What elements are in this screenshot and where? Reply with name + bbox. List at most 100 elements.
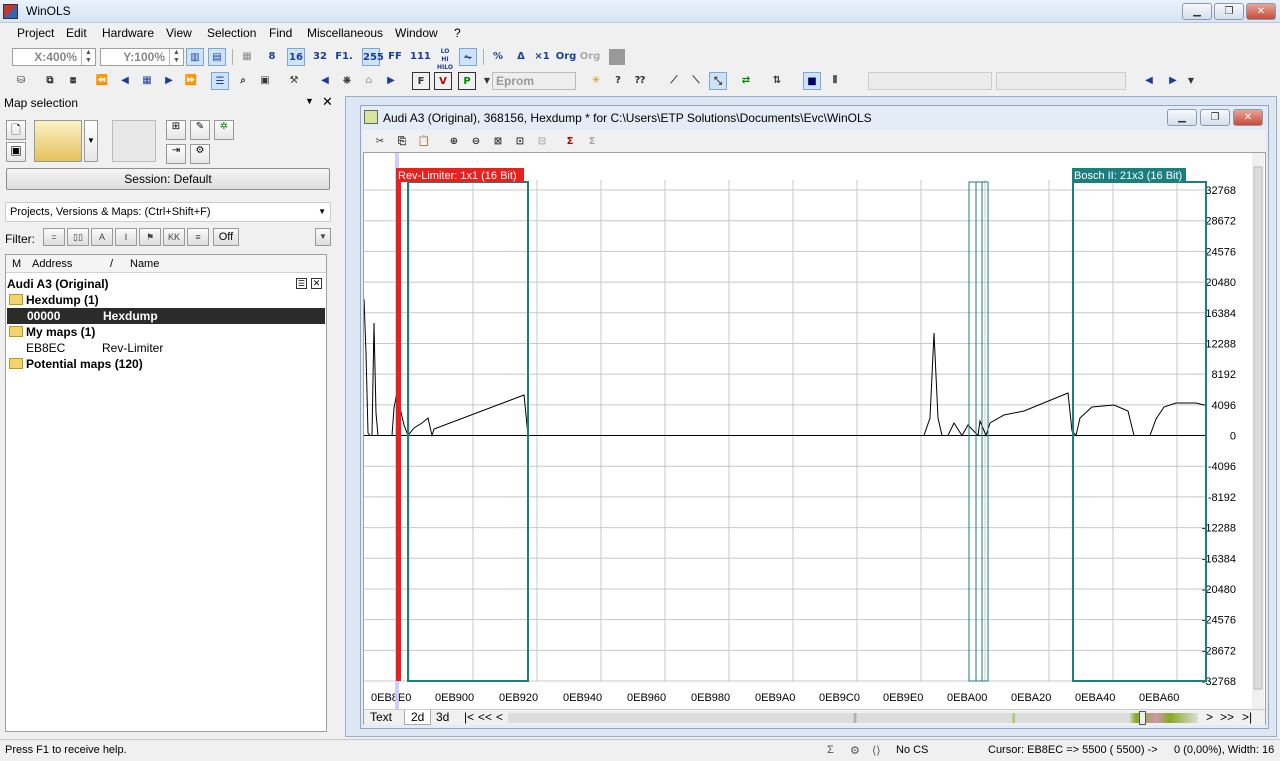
globe-icon[interactable]: ✲ <box>214 120 234 140</box>
checksum-off-icon[interactable]: Σ <box>583 133 601 151</box>
find-icon[interactable]: ⌕ <box>234 72 252 90</box>
col-address[interactable]: Address <box>32 258 72 270</box>
menu-find[interactable]: Find <box>269 26 292 40</box>
filter-type-icon[interactable]: Ⅰ <box>115 228 137 246</box>
percent-icon[interactable]: % <box>489 48 507 66</box>
database-icon[interactable]: ⛁ <box>12 72 30 90</box>
chevron-down-icon[interactable]: ▼ <box>318 203 326 221</box>
menu-help[interactable]: ? <box>454 26 461 40</box>
first-icon[interactable]: ⏪ <box>93 72 111 90</box>
pane-menu-icon[interactable]: ▼ <box>305 96 314 106</box>
folder-row[interactable]: Hexdump (1) <box>6 292 326 308</box>
nav-back-button[interactable]: < <box>496 710 503 724</box>
graph-2d[interactable]: 32768 28672 24576 20480 16384 12288 8192 4096 0 -… <box>363 152 1266 725</box>
graph-tool-2-icon[interactable]: ⟍ <box>687 72 705 90</box>
slider-field-1[interactable] <box>868 72 992 90</box>
pane-close-icon[interactable]: ✕ <box>322 94 333 110</box>
project-close-icon[interactable]: ✕ <box>311 278 322 289</box>
wizard-icon[interactable]: ✳ <box>587 72 605 90</box>
back-icon[interactable]: ◀ <box>316 72 334 90</box>
filter-text-icon[interactable]: A <box>91 228 113 246</box>
save-icon[interactable]: ▣ <box>6 142 26 162</box>
signed-icon[interactable]: ⏦ <box>459 48 477 66</box>
factor-icon[interactable]: ×1 <box>533 48 551 66</box>
nav-fast-back-button[interactable]: << <box>478 710 492 724</box>
tile-icon[interactable]: ⧈ <box>64 72 82 90</box>
new-window-icon[interactable]: ⧉ <box>41 72 59 90</box>
col-sort[interactable]: / <box>110 258 113 270</box>
col-m[interactable]: M <box>12 258 21 270</box>
prev-blue-icon[interactable]: ◀ <box>1140 72 1158 90</box>
child-minimize-button[interactable]: ▁ <box>1167 109 1197 126</box>
x-zoom-spinner[interactable]: X:400% ▲ ▼ <box>12 48 96 66</box>
nav-first-button[interactable]: |< <box>464 710 474 724</box>
nav-last-button[interactable]: >| <box>1242 710 1252 724</box>
session-button[interactable]: Session: Default <box>6 168 330 190</box>
new-project-icon[interactable]: 🗋 <box>6 120 26 140</box>
menu-miscellaneous[interactable]: Miscellaneous <box>307 26 383 40</box>
nav-fast-forward-button[interactable]: >> <box>1220 710 1234 724</box>
list-icon[interactable]: ☰ <box>211 72 229 90</box>
v-icon[interactable]: V <box>434 72 452 90</box>
list-item-rev-limiter[interactable]: EB8EC Rev-Limiter <box>6 340 326 356</box>
list-item-hexdump[interactable]: 00000 Hexdump <box>7 308 325 324</box>
more-icon[interactable]: ▼ <box>1182 72 1200 90</box>
color-icon[interactable]: ■ <box>803 72 821 90</box>
filter-off-button[interactable]: Off <box>213 228 239 246</box>
map-z-icon[interactable]: ⊟ <box>533 133 551 151</box>
slider-field-2[interactable] <box>996 72 1126 90</box>
filter-list-icon[interactable]: ≡ <box>187 228 209 246</box>
map-y-icon[interactable]: ⊡ <box>511 133 529 151</box>
minimize-button[interactable]: ▁ <box>1182 3 1212 20</box>
16bit-icon[interactable]: 16 <box>287 48 305 66</box>
restore-button[interactable]: ❐ <box>1214 3 1244 20</box>
export-icon[interactable]: ⇄ <box>737 72 755 90</box>
export-file-icon[interactable]: ⇥ <box>166 144 186 164</box>
filter-bits-icon[interactable]: ▯▯ <box>67 228 89 246</box>
float-icon[interactable]: F1. <box>335 48 353 66</box>
32bit-icon[interactable]: 32 <box>311 48 329 66</box>
spin-arrows-icon[interactable]: ▲ ▼ <box>169 49 183 65</box>
copy-icon[interactable]: ⎘ <box>393 133 411 151</box>
menu-hardware[interactable]: Hardware <box>102 26 154 40</box>
rows-icon[interactable]: ▤ <box>208 48 226 66</box>
folder-row[interactable]: Potential maps (120) <box>6 356 326 372</box>
menu-view[interactable]: View <box>166 26 192 40</box>
columns-menu-icon[interactable]: ⫴ <box>826 72 844 90</box>
project-row[interactable]: Audi A3 (Original) ☰ ✕ <box>6 276 326 292</box>
properties-icon[interactable]: ⚙ <box>190 144 210 164</box>
project-list-icon[interactable]: ☰ <box>296 278 307 289</box>
nav-forward-button[interactable]: > <box>1206 710 1213 724</box>
remove-map-icon[interactable]: ⊖ <box>467 133 485 151</box>
p-icon[interactable]: P <box>458 72 476 90</box>
checksum-icon[interactable]: Σ <box>561 133 579 151</box>
tab-2d[interactable]: 2d <box>404 710 432 725</box>
child-restore-button[interactable]: ❐ <box>1200 109 1230 126</box>
menu-selection[interactable]: Selection <box>207 26 256 40</box>
help-icon[interactable]: ? <box>609 72 627 90</box>
filter-equal-icon[interactable]: = <box>43 228 65 246</box>
f-icon[interactable]: F <box>412 72 430 90</box>
original-icon[interactable]: Org <box>555 48 577 66</box>
context-help-icon[interactable]: ⁇ <box>631 72 649 90</box>
eprom-field[interactable]: Eprom <box>492 72 576 90</box>
columns-icon[interactable]: ▥ <box>186 48 204 66</box>
page-icon[interactable]: ▣ <box>256 72 274 90</box>
binary-icon[interactable]: 111 <box>410 48 431 66</box>
forward-icon[interactable]: ▶ <box>382 72 400 90</box>
next-blue-icon[interactable]: ▶ <box>1164 72 1182 90</box>
home-icon[interactable]: ⌂ <box>360 72 378 90</box>
hex-icon[interactable]: FF <box>386 48 404 66</box>
folder-row[interactable]: My maps (1) <box>6 324 326 340</box>
paste-icon[interactable]: 📋 <box>415 133 433 151</box>
add-map-icon[interactable]: ⊕ <box>445 133 463 151</box>
align-icon[interactable]: ⇅ <box>768 72 786 90</box>
menu-edit[interactable]: Edit <box>66 26 87 40</box>
tools-icon[interactable]: ⚒ <box>285 72 303 90</box>
col-name[interactable]: Name <box>130 258 159 270</box>
graph-tool-3-icon[interactable]: ⤡ <box>709 72 727 90</box>
filter-kk-icon[interactable]: KK <box>163 228 185 246</box>
spin-arrows-icon[interactable]: ▲ ▼ <box>81 49 95 65</box>
scroll-thumb[interactable] <box>1139 711 1146 725</box>
tab-3d[interactable]: 3d <box>436 710 449 724</box>
